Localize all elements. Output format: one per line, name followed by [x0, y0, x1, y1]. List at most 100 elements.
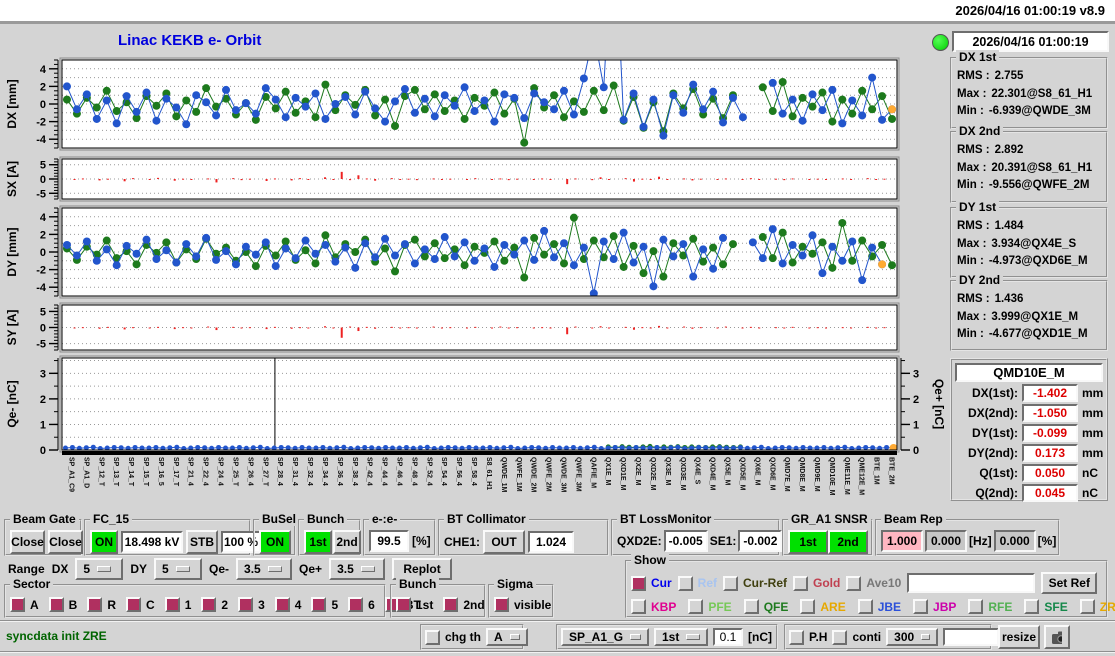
range-dy-dropdown[interactable]: 5: [154, 558, 203, 580]
qxd2e-label: QXD2E:: [617, 534, 662, 548]
show-checkbox-Ref[interactable]: [677, 575, 693, 591]
busel-on-button[interactable]: ON: [259, 530, 291, 554]
sector-item-A: A: [10, 597, 39, 612]
bunch-1st-dropdown[interactable]: 1st: [654, 628, 708, 646]
group-title: BT LossMonitor: [617, 512, 715, 526]
set-ref-input[interactable]: [907, 573, 1036, 593]
sector-checkbox-C[interactable]: [126, 597, 142, 612]
show-checkbox-Cur-Ref[interactable]: [723, 575, 739, 591]
svg-text:BTE_2M: BTE_2M: [888, 457, 895, 485]
sp-a1-g-dropdown[interactable]: SP_A1_G: [561, 628, 649, 646]
range-qep-dropdown[interactable]: 3.5: [329, 558, 386, 580]
svg-text:BTE_1M: BTE_1M: [873, 457, 880, 485]
conti-label: conti: [852, 630, 882, 644]
show-checkbox-QFE[interactable]: [743, 599, 759, 614]
chg-th-checkbox[interactable]: [425, 629, 440, 645]
sector-checkbox-2[interactable]: [201, 597, 217, 612]
monitor-row-unit: nC: [1082, 466, 1098, 480]
show-label-SFE: SFE: [1044, 599, 1068, 614]
horizontal-divider: [0, 620, 1115, 622]
svg-text:QME11E_M: QME11E_M: [843, 457, 850, 495]
min-value: -4.677@QXD1E_M: [988, 328, 1088, 340]
svg-text:QXD5E_M: QXD5E_M: [738, 457, 745, 491]
bunch-select-checkbox-1st[interactable]: [396, 597, 411, 612]
svg-text:SP_A1_D: SP_A1_D: [82, 457, 89, 488]
threshold-input[interactable]: 0.1: [713, 628, 743, 646]
show-checkbox-ZRE[interactable]: [1079, 599, 1095, 614]
show-checkbox-PFE[interactable]: [688, 599, 704, 614]
chg-th-a-dropdown[interactable]: A: [486, 628, 528, 646]
svg-text:1: 1: [913, 419, 919, 431]
svg-text:2: 2: [913, 394, 919, 406]
svg-text:SP_52_4: SP_52_4: [425, 457, 432, 486]
sigma-checkbox-visible[interactable]: [494, 597, 509, 612]
conti-checkbox[interactable]: [832, 629, 848, 645]
gr-a1-1st-button[interactable]: 1st: [788, 530, 828, 554]
group-beam-gate: Beam Gate Close Close: [4, 512, 83, 556]
bunch-select-item-2nd: 2nd: [443, 597, 485, 612]
svg-text:DY [mm]: DY [mm]: [5, 227, 19, 276]
rms-value: 2.892: [994, 144, 1024, 156]
show-item-ZRE: ZRE: [1079, 599, 1115, 614]
resize-button[interactable]: resize: [998, 625, 1040, 649]
monitor-row-value: 0.173: [1022, 444, 1078, 462]
beam-rep-value-1: 1.000: [881, 530, 923, 552]
sector-checkbox-6[interactable]: [348, 597, 364, 612]
sector-checkbox-1[interactable]: [164, 597, 180, 612]
sector-checkbox-3[interactable]: [238, 597, 254, 612]
show-checkbox-JBE[interactable]: [857, 599, 873, 614]
svg-text:3: 3: [40, 368, 46, 380]
fc15-stb-button[interactable]: STB: [186, 530, 218, 554]
monitor-row-unit: mm: [1082, 386, 1104, 400]
svg-text:SP_15_T: SP_15_T: [142, 457, 149, 487]
se1-value: -0.002: [738, 530, 783, 552]
set-ref-button[interactable]: Set Ref: [1041, 572, 1098, 594]
stats-box-dy-1st: DY 1st RMS : 1.484 Max : 3.934@QX4E_S Min …: [950, 200, 1108, 278]
show-checkbox-Cur[interactable]: [631, 575, 646, 591]
show-checkbox-Ave10[interactable]: [846, 575, 862, 591]
group-title: Beam Gate: [10, 512, 79, 526]
range-qem-label: Qe-: [209, 562, 230, 576]
show-checkbox-ARE[interactable]: [800, 599, 816, 614]
fc15-on-button[interactable]: ON: [90, 530, 118, 554]
dropdown-indicator-icon: [360, 566, 375, 572]
bunch-1st-button[interactable]: 1st: [304, 530, 332, 554]
sector-checkbox-R[interactable]: [87, 597, 103, 612]
svg-text:SP_34_4: SP_34_4: [321, 457, 328, 486]
beam-gate-close-button-2[interactable]: Close: [48, 530, 83, 554]
sector-checkbox-4[interactable]: [274, 597, 290, 612]
range-qem-dropdown[interactable]: 3.5: [236, 558, 293, 580]
show-checkbox-RFE[interactable]: [968, 599, 984, 614]
hz-unit-label: [Hz]: [969, 534, 992, 548]
interval-300-dropdown[interactable]: 300: [886, 628, 939, 646]
svg-text:SP_48_4: SP_48_4: [410, 457, 417, 486]
group-title: Bunch: [396, 577, 440, 591]
show-checkbox-KBP[interactable]: [631, 599, 646, 614]
sector-checkbox-5[interactable]: [311, 597, 327, 612]
show-item-SFE: SFE: [1024, 599, 1068, 614]
bunch-select-checkbox-2nd[interactable]: [443, 597, 459, 612]
svg-text:SP_36_4: SP_36_4: [336, 457, 343, 486]
max-value: 22.301@S8_61_H1: [991, 87, 1093, 100]
statusbar-text-input[interactable]: [943, 628, 1000, 646]
bunch-2nd-button[interactable]: 2nd: [333, 530, 361, 554]
sector-checkbox-A[interactable]: [10, 597, 25, 612]
svg-text:-2: -2: [36, 117, 46, 129]
show-label-KBP: KBP: [651, 599, 677, 614]
show-checkbox-JBP[interactable]: [913, 599, 929, 614]
camera-button[interactable]: [1044, 625, 1070, 649]
beam-gate-close-button-1[interactable]: Close: [10, 530, 45, 554]
show-checkbox-Gold[interactable]: [793, 575, 809, 591]
svg-text:SP_13_T: SP_13_T: [112, 457, 119, 487]
gr-a1-2nd-button[interactable]: 2nd: [828, 530, 868, 554]
range-toolbar: Range DX 5 DY 5 Qe- 3.5 Qe+ 3.5 Replot: [8, 558, 453, 580]
orbit-application-window: 2026/04/16 01:00:19 v8.9 4 2 0 -2 -4 DX [mm] 5…: [0, 0, 1115, 656]
svg-text:0: 0: [913, 445, 919, 457]
show-label-JBP: JBP: [933, 599, 957, 614]
ph-checkbox[interactable]: [789, 629, 804, 645]
che1-out-button[interactable]: OUT: [483, 530, 526, 554]
range-dx-dropdown[interactable]: 5: [75, 558, 124, 580]
sector-checkbox-B[interactable]: [48, 597, 64, 612]
show-checkbox-SFE[interactable]: [1024, 599, 1040, 614]
monitor-row-Q2nd: Q(2nd): 0.045 nC: [952, 483, 1106, 503]
